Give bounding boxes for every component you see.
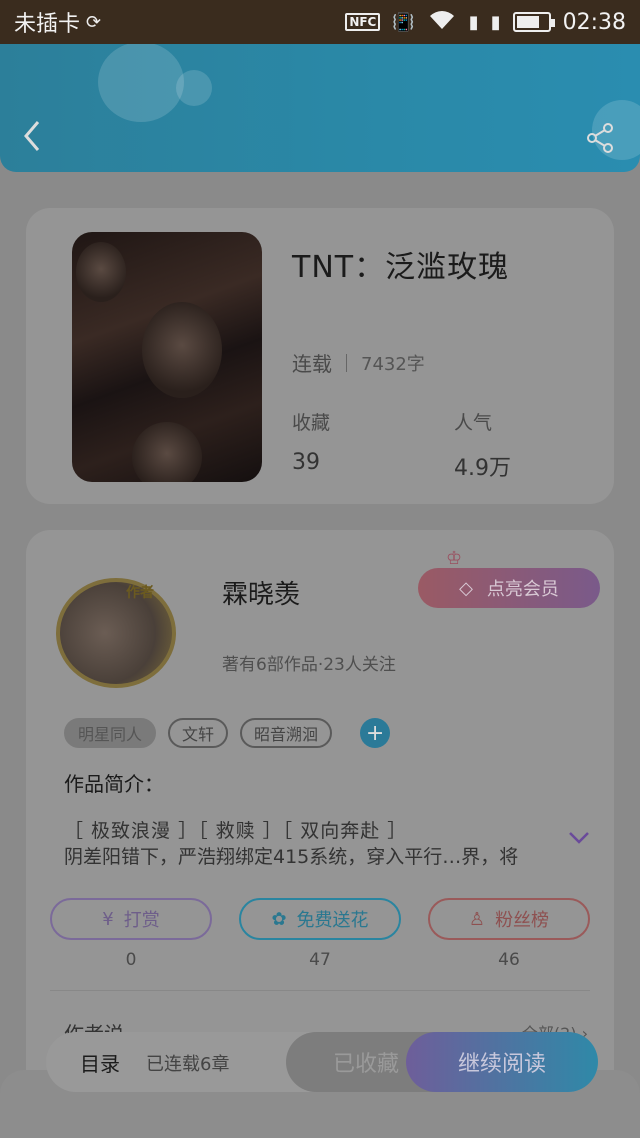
yen-icon: ¥: [102, 908, 114, 930]
flower-icon: ✿: [271, 908, 287, 930]
favorites-value: 39: [292, 450, 320, 475]
diamond-icon: ◇: [459, 577, 473, 599]
cover-figure: [142, 302, 222, 398]
nfc-icon: NFC: [345, 13, 381, 31]
reading-action-bar: 目录 已连载6章 已收藏 继续阅读: [46, 1032, 598, 1092]
tag-item[interactable]: 昭音溯洄: [240, 718, 333, 748]
author-meta: 著有6部作品·23人关注: [222, 655, 396, 675]
book-status-row: 连载 7432字: [292, 348, 425, 377]
author-name[interactable]: 霖晓羡: [222, 574, 300, 611]
book-cover[interactable]: [72, 232, 262, 482]
cover-figure: [132, 422, 202, 482]
serial-status: 连载: [292, 352, 332, 376]
tip-button[interactable]: ¥ 打赏: [50, 898, 212, 940]
sim1-icon: ▮: [468, 11, 479, 33]
action-row: ¥ 打赏 ✿ 免费送花 ♙ 粉丝榜: [50, 898, 590, 940]
author-badge: 作者: [126, 585, 154, 601]
fans-label: 粉丝榜: [495, 910, 550, 931]
user-icon: ♙: [468, 908, 486, 930]
tag-item[interactable]: 文轩: [168, 718, 229, 748]
wifi-icon: [427, 9, 457, 36]
sync-icon: ⟳: [86, 11, 102, 33]
expand-button[interactable]: [568, 826, 590, 851]
intro-title: 作品简介：: [64, 772, 164, 796]
tip-count: 0: [125, 950, 137, 970]
tag-list: 明星同人 文轩 昭音溯洄 +: [64, 718, 391, 748]
decorative-bubble: [98, 44, 184, 122]
cover-figure: [76, 242, 126, 302]
continue-reading-button[interactable]: 继续阅读: [406, 1032, 598, 1092]
fans-count: 46: [498, 950, 520, 970]
intro-text: 阴差阳错下，严浩翔绑定415系统，穿入平行…界，将: [64, 846, 519, 868]
chevron-down-icon: [569, 832, 589, 844]
vibrate-icon: 📳: [392, 11, 415, 33]
decorative-bubble: [176, 70, 212, 106]
tag-item[interactable]: 明星同人: [64, 718, 157, 748]
add-tag-button[interactable]: +: [360, 718, 391, 748]
crown-icon: ♔: [446, 548, 463, 569]
popularity-label: 人气: [454, 412, 493, 434]
divider: [50, 990, 590, 991]
toc-button[interactable]: 目录: [80, 1048, 120, 1077]
sim2-icon: ▮: [490, 11, 501, 33]
action-counts: 0 47 46: [50, 950, 590, 970]
header-banner: [0, 44, 640, 172]
status-bar: 未插卡 ⟳ NFC 📳 ▮ ▮ 02:38: [0, 0, 640, 44]
intro-keywords: ［ 极致浪漫 ］［ 救赎 ］［ 双向奔赴 ］: [64, 820, 408, 842]
send-flower-button[interactable]: ✿ 免费送花: [239, 898, 401, 940]
battery-icon: [512, 12, 555, 32]
share-icon: [587, 123, 613, 153]
divider: [346, 353, 347, 372]
chevron-left-icon: [24, 121, 40, 151]
vip-button-label: 点亮会员: [486, 579, 559, 600]
favorites-label: 收藏: [292, 412, 331, 434]
back-button[interactable]: [20, 118, 50, 158]
popularity-value: 4.9万: [454, 456, 511, 481]
clock: 02:38: [562, 9, 626, 35]
book-info-card: TNT：泛滥玫瑰 连载 7432字 收藏 39 人气 4.9万: [26, 208, 614, 504]
avatar[interactable]: [56, 578, 176, 688]
fans-ranking-button[interactable]: ♙ 粉丝榜: [428, 898, 590, 940]
carrier-text: 未插卡: [14, 12, 81, 37]
flower-label: 免费送花: [296, 910, 369, 931]
chapter-count: 已连载6章: [146, 1054, 230, 1075]
tip-label: 打赏: [123, 910, 160, 931]
share-button[interactable]: [584, 122, 616, 154]
vip-button[interactable]: ◇ 点亮会员: [418, 568, 600, 608]
flower-count: 47: [309, 950, 331, 970]
book-title: TNT：泛滥玫瑰: [292, 250, 510, 285]
word-count: 7432字: [361, 353, 425, 375]
